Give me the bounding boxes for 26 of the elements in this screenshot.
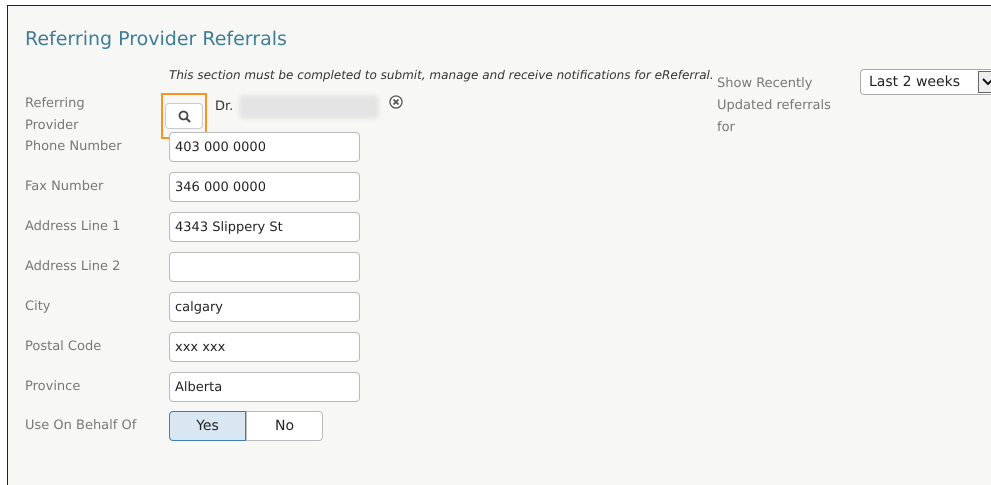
clear-icon[interactable] xyxy=(389,95,404,109)
provider-name: Dr. xyxy=(215,98,234,115)
text-field[interactable]: calgary xyxy=(169,292,360,322)
field-label: Postal Code xyxy=(25,338,102,356)
text-field[interactable] xyxy=(169,252,360,282)
notice-text: This section must be completed to submit, manage and receive notifications for eReferral. xyxy=(169,67,714,84)
field-label: Phone Number xyxy=(25,138,123,156)
period-dropdown[interactable]: Last 2 weeks xyxy=(860,69,991,95)
field-label: Province xyxy=(25,378,82,396)
text-field[interactable]: 403 000 0000 xyxy=(169,132,360,162)
search-icon xyxy=(178,110,190,122)
text-field[interactable]: Alberta xyxy=(169,372,360,402)
field-label: Address Line 2 xyxy=(25,258,122,276)
text-field[interactable]: 346 000 0000 xyxy=(169,172,360,202)
field-label: Show Recently Updated referrals for xyxy=(717,75,832,137)
text-field[interactable]: xxx xxx xyxy=(169,332,360,362)
text-field[interactable]: 4343 Slippery St xyxy=(169,212,360,242)
field-label: City xyxy=(25,298,52,316)
chevron-down-icon xyxy=(982,78,991,86)
field-label: Address Line 1 xyxy=(25,218,122,236)
section-title: Referring Provider Referrals xyxy=(25,27,288,52)
field-label: Referring Provider xyxy=(25,95,86,135)
toggle-option[interactable]: No xyxy=(246,411,323,441)
field-label: Use On Behalf Of xyxy=(25,417,138,436)
toggle-option[interactable]: Yes xyxy=(169,411,246,441)
field-label: Fax Number xyxy=(25,178,104,196)
